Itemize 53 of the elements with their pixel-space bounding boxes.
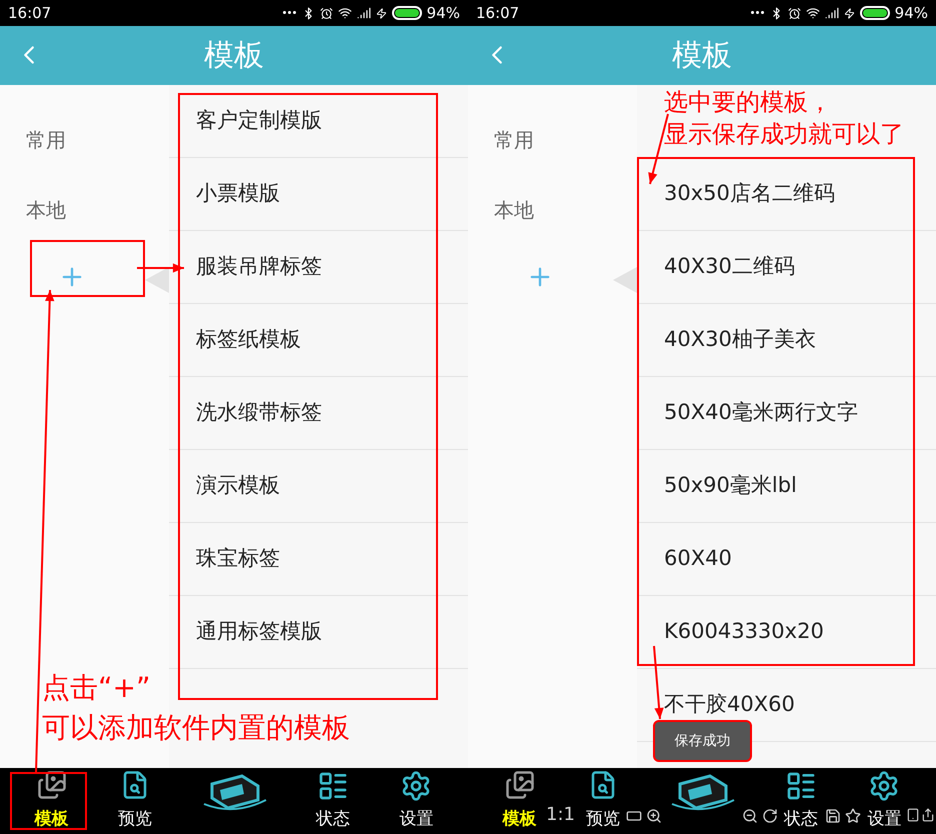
template-row[interactable]: 50X40毫米两行文字 (637, 377, 936, 450)
nav-tab[interactable]: 状态 (313, 770, 354, 832)
charging-icon (844, 8, 855, 18)
charging-icon (376, 8, 387, 18)
nav-tab[interactable]: 设置 (396, 770, 436, 832)
triangle-icon (613, 267, 637, 293)
template-row[interactable]: 50x90毫米lbl (637, 450, 936, 523)
alarm-icon (788, 6, 801, 20)
battery-icon (392, 6, 422, 20)
share-icon (921, 808, 935, 822)
annotation-arrow (137, 263, 184, 273)
nav-tab[interactable]: 模板 (32, 770, 72, 832)
battery-icon (860, 6, 890, 20)
battery-percent: 94% (426, 2, 460, 24)
nav-tab[interactable]: 预览 (114, 770, 155, 832)
clock-time: 16:07 (8, 2, 52, 24)
template-row[interactable]: 60X40 (637, 523, 936, 596)
page-title: 模板 (672, 37, 732, 75)
category-item[interactable]: 常用 (494, 125, 637, 195)
nav-tab[interactable]: 预览 (582, 770, 623, 832)
tablet-icon (906, 808, 920, 822)
list-icon (785, 770, 818, 802)
dots-icon (282, 11, 297, 15)
annotation-text: 选中要的模板， 显示保存成功就可以了 (664, 87, 904, 150)
page-title: 模板 (204, 37, 264, 75)
template-row[interactable]: K60043330x20 (637, 596, 936, 669)
zoom-out-icon (742, 808, 758, 824)
alarm-icon (320, 6, 333, 20)
save-icon (825, 808, 841, 824)
nav-tab[interactable]: 状态 (781, 770, 822, 832)
star-icon (845, 808, 861, 824)
template-row[interactable]: 40X30柚子美衣 (637, 304, 936, 377)
list-icon (317, 770, 350, 802)
dots-icon (750, 11, 765, 15)
rotate-icon (762, 808, 778, 824)
annotation-text: 点击“+” 可以添加软件内置的模板 (42, 670, 350, 746)
clock-time: 16:07 (476, 2, 520, 24)
toast: 保存成功 (653, 720, 752, 762)
nav-tab[interactable]: 模板 (500, 770, 540, 832)
template-row[interactable]: 40X30二维码 (637, 231, 936, 304)
signal-icon (356, 6, 371, 20)
wifi-icon (338, 6, 352, 20)
zoom-in-icon (646, 808, 662, 824)
wifi-icon (806, 6, 820, 20)
nav-tab[interactable]: 设置 (864, 770, 904, 832)
category-item[interactable]: 常用 (26, 125, 169, 195)
zoom-ratio: 1:1 (546, 804, 575, 826)
battery-percent: 94% (894, 2, 928, 24)
category-item[interactable]: 本地 (26, 195, 169, 265)
signal-icon (824, 6, 839, 20)
triangle-icon (145, 267, 169, 293)
category-item[interactable]: 本地 (494, 195, 637, 265)
settings-icon (868, 770, 900, 802)
